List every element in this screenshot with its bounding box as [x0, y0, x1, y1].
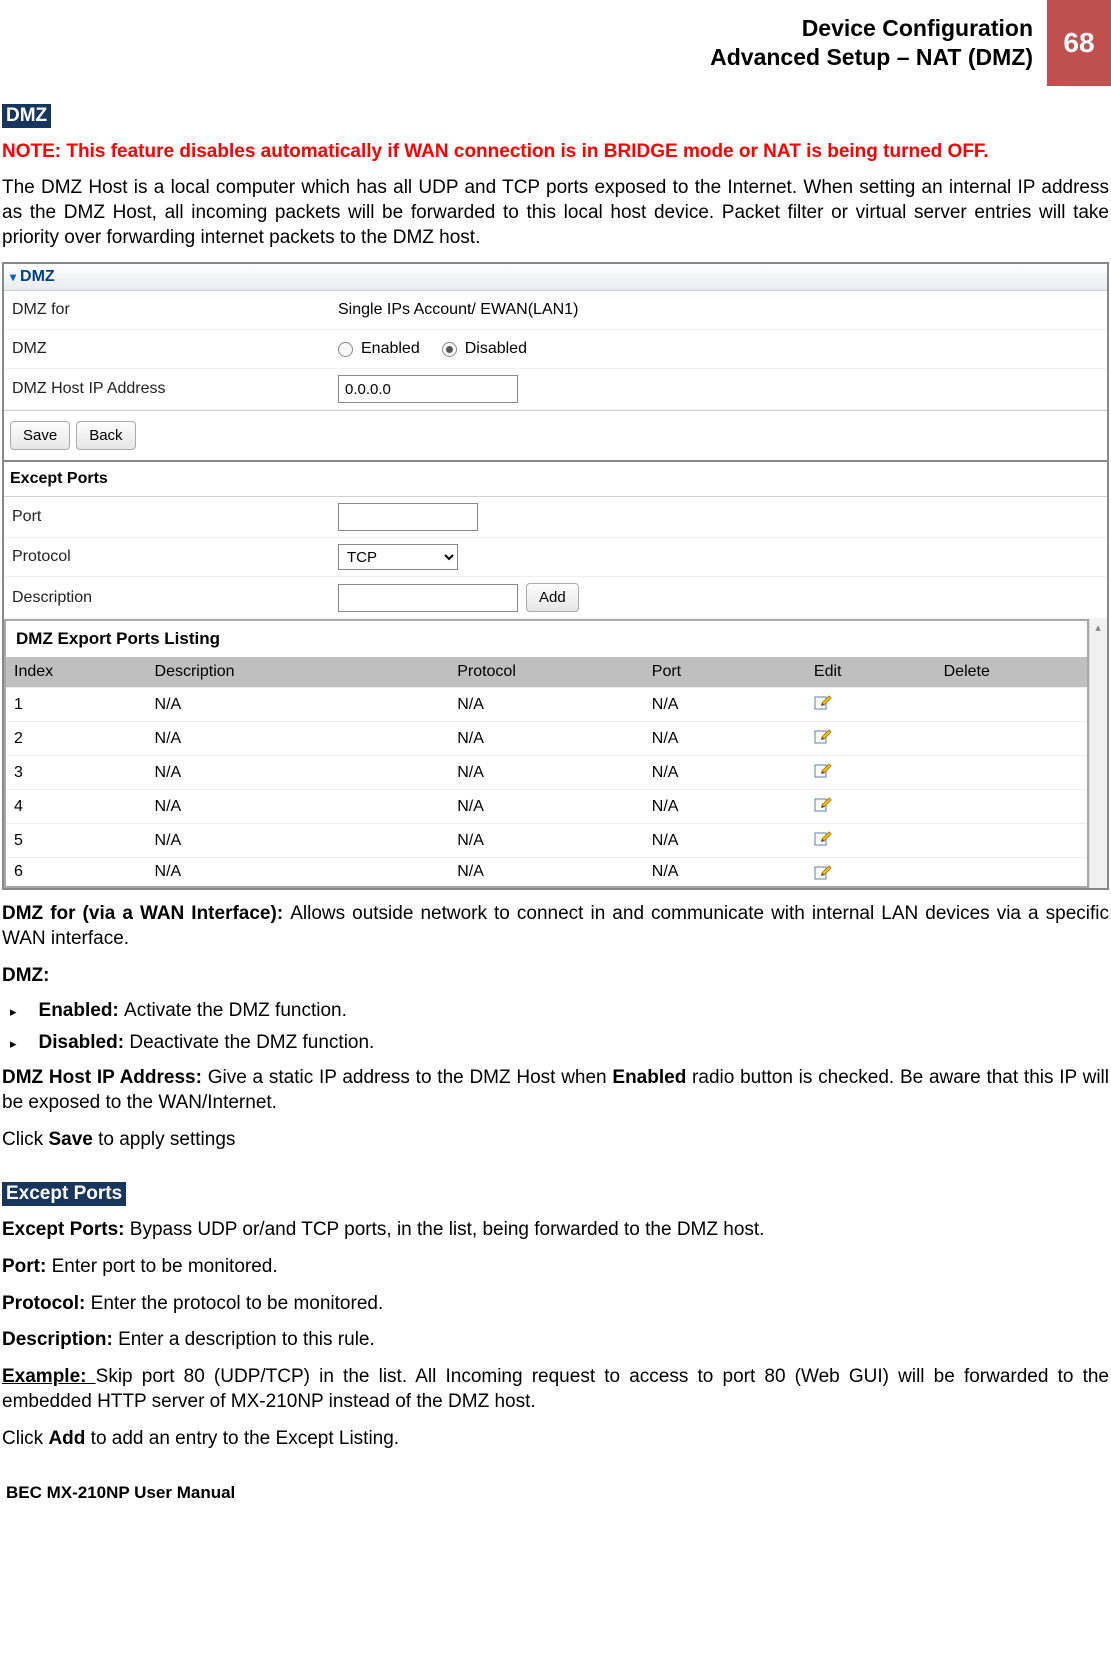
back-button[interactable]: Back: [76, 421, 135, 450]
desc-dmz-head: DMZ:: [2, 964, 1109, 989]
dmz-config-panel: ▾ DMZ DMZ for Single IPs Account/ EWAN(L…: [2, 262, 1109, 890]
desc-click-add: Click Add to add an entry to the Except …: [2, 1427, 1109, 1452]
cell-protocol: N/A: [449, 824, 644, 858]
cell-delete: [936, 790, 1087, 824]
dmz-host-ip-input[interactable]: [338, 375, 518, 403]
col-port: Port: [644, 657, 806, 688]
table-row: 1N/AN/AN/A: [6, 688, 1087, 722]
cell-port: N/A: [644, 756, 806, 790]
table-row: 3N/AN/AN/A: [6, 756, 1087, 790]
table-row: 2N/AN/AN/A: [6, 722, 1087, 756]
cell-port: N/A: [644, 790, 806, 824]
table-row: 6N/AN/AN/A: [6, 858, 1087, 887]
cell-delete: [936, 756, 1087, 790]
cell-index: 2: [6, 722, 147, 756]
cell-port: N/A: [644, 858, 806, 887]
cell-index: 6: [6, 858, 147, 887]
save-button[interactable]: Save: [10, 421, 70, 450]
cell-description: N/A: [147, 858, 450, 887]
section-dmz-label: DMZ: [2, 104, 51, 128]
panel-title: DMZ: [20, 268, 55, 286]
footer: BEC MX-210NP User Manual: [2, 1483, 1109, 1503]
page-header: Device Configuration Advanced Setup – NA…: [0, 0, 1111, 86]
cell-index: 4: [6, 790, 147, 824]
cell-protocol: N/A: [449, 756, 644, 790]
protocol-select[interactable]: TCP: [338, 544, 458, 570]
desc-host-ip: DMZ Host IP Address: Give a static IP ad…: [2, 1066, 1109, 1115]
bullet-disabled: Disabled: Deactivate the DMZ function.: [44, 1032, 1109, 1054]
protocol-label: Protocol: [4, 538, 334, 576]
edit-icon[interactable]: [814, 762, 832, 778]
edit-icon[interactable]: [814, 728, 832, 744]
except-ports-header: Except Ports: [4, 462, 1107, 497]
edit-icon[interactable]: [814, 796, 832, 812]
cell-delete: [936, 858, 1087, 887]
dmz-host-ip-label: DMZ Host IP Address: [4, 370, 334, 408]
header-line2: Advanced Setup – NAT (DMZ): [710, 43, 1033, 72]
cell-protocol: N/A: [449, 858, 644, 887]
desc-dmz-for: DMZ for (via a WAN Interface): Allows ou…: [2, 902, 1109, 951]
cell-description: N/A: [147, 688, 450, 722]
description-input[interactable]: [338, 584, 518, 612]
header-line1: Device Configuration: [710, 14, 1033, 43]
cell-protocol: N/A: [449, 688, 644, 722]
dmz-disabled-radio[interactable]: [442, 342, 457, 357]
col-edit: Edit: [806, 657, 936, 688]
cell-protocol: N/A: [449, 722, 644, 756]
dmz-for-label: DMZ for: [4, 291, 334, 329]
page-header-title: Device Configuration Advanced Setup – NA…: [710, 0, 1047, 86]
cell-port: N/A: [644, 722, 806, 756]
note-red: NOTE: This feature disables automaticall…: [2, 140, 1109, 165]
listing-box: DMZ Export Ports Listing Index Descripti…: [4, 619, 1089, 888]
dmz-disabled-radio-label: Disabled: [465, 340, 527, 358]
cell-protocol: N/A: [449, 790, 644, 824]
port-input[interactable]: [338, 503, 478, 531]
add-button[interactable]: Add: [526, 583, 579, 612]
intro-paragraph: The DMZ Host is a local computer which h…: [2, 176, 1109, 250]
desc-except-ports: Except Ports: Bypass UDP or/and TCP port…: [2, 1218, 1109, 1243]
desc-example: Example: Skip port 80 (UDP/TCP) in the l…: [2, 1365, 1109, 1414]
section-except-ports-label: Except Ports: [2, 1182, 126, 1206]
listing-title: DMZ Export Ports Listing: [6, 621, 1087, 657]
listing-table: Index Description Protocol Port Edit Del…: [6, 657, 1087, 886]
description-label: Description: [4, 579, 334, 617]
collapse-icon[interactable]: ▾: [10, 270, 16, 284]
desc-click-save: Click Save to apply settings: [2, 1128, 1109, 1153]
desc-description: Description: Enter a description to this…: [2, 1328, 1109, 1353]
col-delete: Delete: [936, 657, 1087, 688]
table-row: 5N/AN/AN/A: [6, 824, 1087, 858]
dmz-enabled-radio[interactable]: [338, 342, 353, 357]
dmz-enabled-radio-label: Enabled: [361, 340, 420, 358]
col-description: Description: [147, 657, 450, 688]
cell-description: N/A: [147, 722, 450, 756]
port-label: Port: [4, 498, 334, 536]
page-number: 68: [1047, 0, 1111, 86]
desc-port: Port: Enter port to be monitored.: [2, 1255, 1109, 1280]
cell-index: 5: [6, 824, 147, 858]
edit-icon[interactable]: [814, 694, 832, 710]
col-protocol: Protocol: [449, 657, 644, 688]
cell-port: N/A: [644, 688, 806, 722]
cell-port: N/A: [644, 824, 806, 858]
panel-title-bar: ▾ DMZ: [4, 264, 1107, 291]
cell-description: N/A: [147, 790, 450, 824]
cell-index: 3: [6, 756, 147, 790]
scroll-up-icon[interactable]: ▴: [1091, 621, 1105, 635]
bullet-enabled: Enabled: Activate the DMZ function.: [44, 1000, 1109, 1022]
cell-index: 1: [6, 688, 147, 722]
edit-icon[interactable]: [814, 830, 832, 846]
col-index: Index: [6, 657, 147, 688]
edit-icon[interactable]: [814, 864, 832, 880]
dmz-label: DMZ: [4, 330, 334, 368]
table-row: 4N/AN/AN/A: [6, 790, 1087, 824]
cell-delete: [936, 824, 1087, 858]
cell-description: N/A: [147, 756, 450, 790]
desc-protocol: Protocol: Enter the protocol to be monit…: [2, 1292, 1109, 1317]
cell-delete: [936, 722, 1087, 756]
cell-description: N/A: [147, 824, 450, 858]
scrollbar[interactable]: ▴: [1089, 619, 1107, 888]
dmz-for-value: Single IPs Account/ EWAN(LAN1): [334, 295, 1107, 325]
cell-delete: [936, 688, 1087, 722]
